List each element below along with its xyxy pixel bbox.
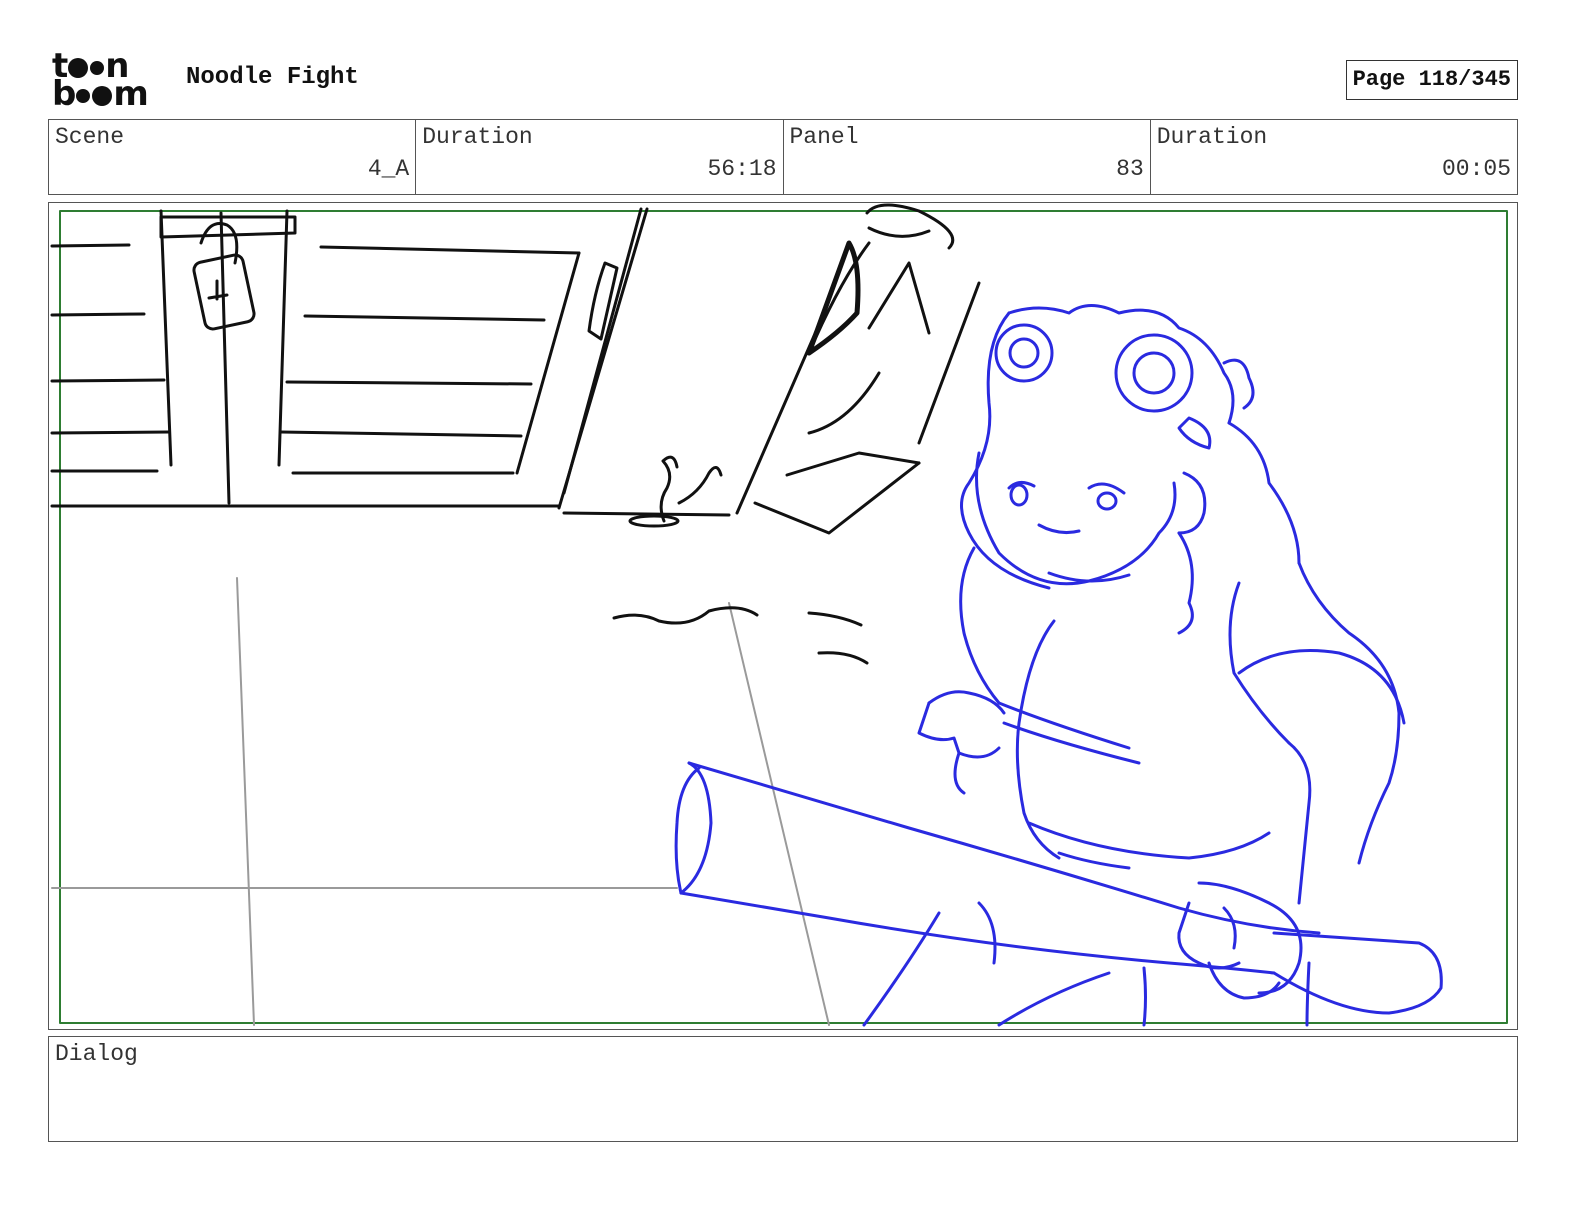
safe-frame — [59, 210, 1508, 1024]
scene-duration-value: 56:18 — [707, 156, 777, 182]
toon-boom-logo: tn bm — [52, 46, 149, 114]
scene-label: Scene — [55, 124, 125, 150]
door-sketch — [50, 203, 981, 535]
dialog-label: Dialog — [55, 1041, 138, 1067]
panel-cell: Panel 83 — [784, 120, 1151, 194]
perspective-guides — [51, 577, 830, 1026]
page-number: Page 118/345 — [1345, 60, 1518, 100]
scene-duration-label: Duration — [422, 124, 533, 150]
project-title: Noodle Fight — [186, 64, 359, 91]
dialog-box: Dialog — [48, 1036, 1518, 1142]
storyboard-panel — [48, 202, 1518, 1030]
scene-cell: Scene 4_A — [49, 120, 417, 194]
panel-value: 83 — [1116, 156, 1144, 182]
panel-duration-cell: Duration 00:05 — [1151, 120, 1517, 194]
panel-label: Panel — [789, 124, 859, 150]
scene-value: 4_A — [367, 156, 410, 182]
panel-duration-label: Duration — [1156, 124, 1268, 150]
info-row: Scene 4_A Duration 56:18 Panel 83 Durati… — [48, 119, 1518, 195]
panel-sketch — [50, 203, 1508, 1027]
scene-duration-cell: Duration 56:18 — [416, 120, 784, 194]
panel-duration-value: 00:05 — [1441, 156, 1511, 182]
character-sketch — [674, 304, 1443, 1027]
